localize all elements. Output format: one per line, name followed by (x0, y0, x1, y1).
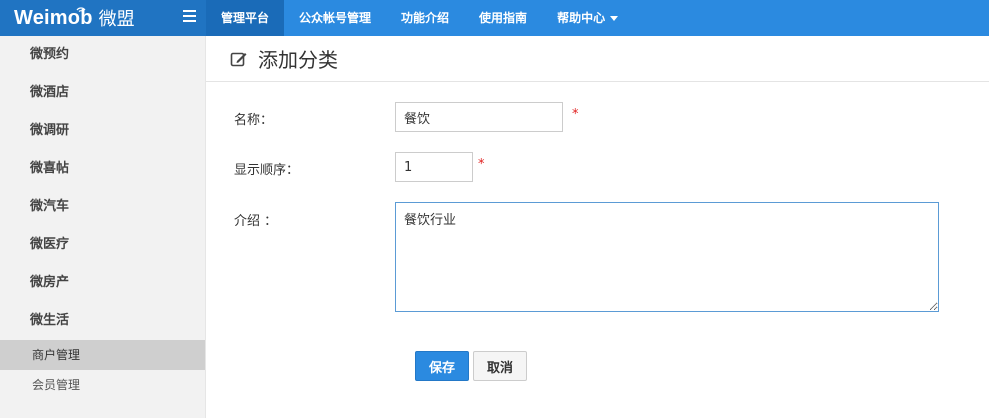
save-button[interactable]: 保存 (415, 351, 469, 381)
cancel-button[interactable]: 取消 (473, 351, 527, 381)
nav-item-help-center[interactable]: 帮助中心 (542, 0, 633, 36)
nav-item-public-accounts[interactable]: 公众帐号管理 (284, 0, 386, 36)
sidebar-group-invitation[interactable]: 微喜帖 (0, 150, 205, 188)
sidebar-group-survey[interactable]: 微调研 (0, 112, 205, 150)
sidebar-item-member-management[interactable]: 会员管理 (0, 370, 205, 400)
sidebar-group-medical[interactable]: 微医疗 (0, 226, 205, 264)
required-mark-name: * (572, 107, 579, 122)
logo-area: Weimob 微盟 (0, 0, 206, 36)
nav-item-management-platform[interactable]: 管理平台 (206, 0, 285, 36)
sidebar-group-appointment[interactable]: 微预约 (0, 36, 205, 74)
name-input[interactable] (395, 102, 563, 132)
intro-textarea[interactable]: 餐饮行业 (395, 202, 939, 312)
page-header: 添加分类 (206, 36, 989, 82)
nav-item-guide[interactable]: 使用指南 (464, 0, 542, 36)
top-nav: 管理平台 公众帐号管理 功能介绍 使用指南 帮助中心 (206, 0, 633, 36)
required-mark-order: * (478, 157, 485, 172)
page-title: 添加分类 (258, 48, 338, 72)
hamburger-menu-icon[interactable] (183, 10, 196, 22)
sidebar-group-life[interactable]: 微生活 (0, 302, 205, 340)
wifi-icon (76, 7, 86, 13)
sidebar-group-car[interactable]: 微汽车 (0, 188, 205, 226)
edit-icon (230, 52, 247, 66)
sidebar-item-merchant-management[interactable]: 商户管理 (0, 340, 205, 370)
nav-item-features[interactable]: 功能介绍 (386, 0, 464, 36)
sidebar: 微预约 微酒店 微调研 微喜帖 微汽车 微医疗 微房产 微生活 商户管理 会员管… (0, 36, 206, 418)
sidebar-group-hotel[interactable]: 微酒店 (0, 74, 205, 112)
brand-name-cn: 微盟 (98, 9, 135, 30)
name-label: 名称： (234, 113, 274, 128)
order-label: 显示顺序： (234, 163, 300, 178)
caret-down-icon (610, 16, 619, 21)
top-bar: Weimob 微盟 管理平台 公众帐号管理 功能介绍 使用指南 帮助中心 (0, 0, 989, 36)
sidebar-group-realestate[interactable]: 微房产 (0, 264, 205, 302)
intro-label: 介绍 ： (234, 214, 278, 229)
main-content: 添加分类 名称： * 显示顺序： * 介绍 ： 餐饮行业 保存 取消 (206, 36, 989, 418)
order-input[interactable] (395, 152, 473, 182)
